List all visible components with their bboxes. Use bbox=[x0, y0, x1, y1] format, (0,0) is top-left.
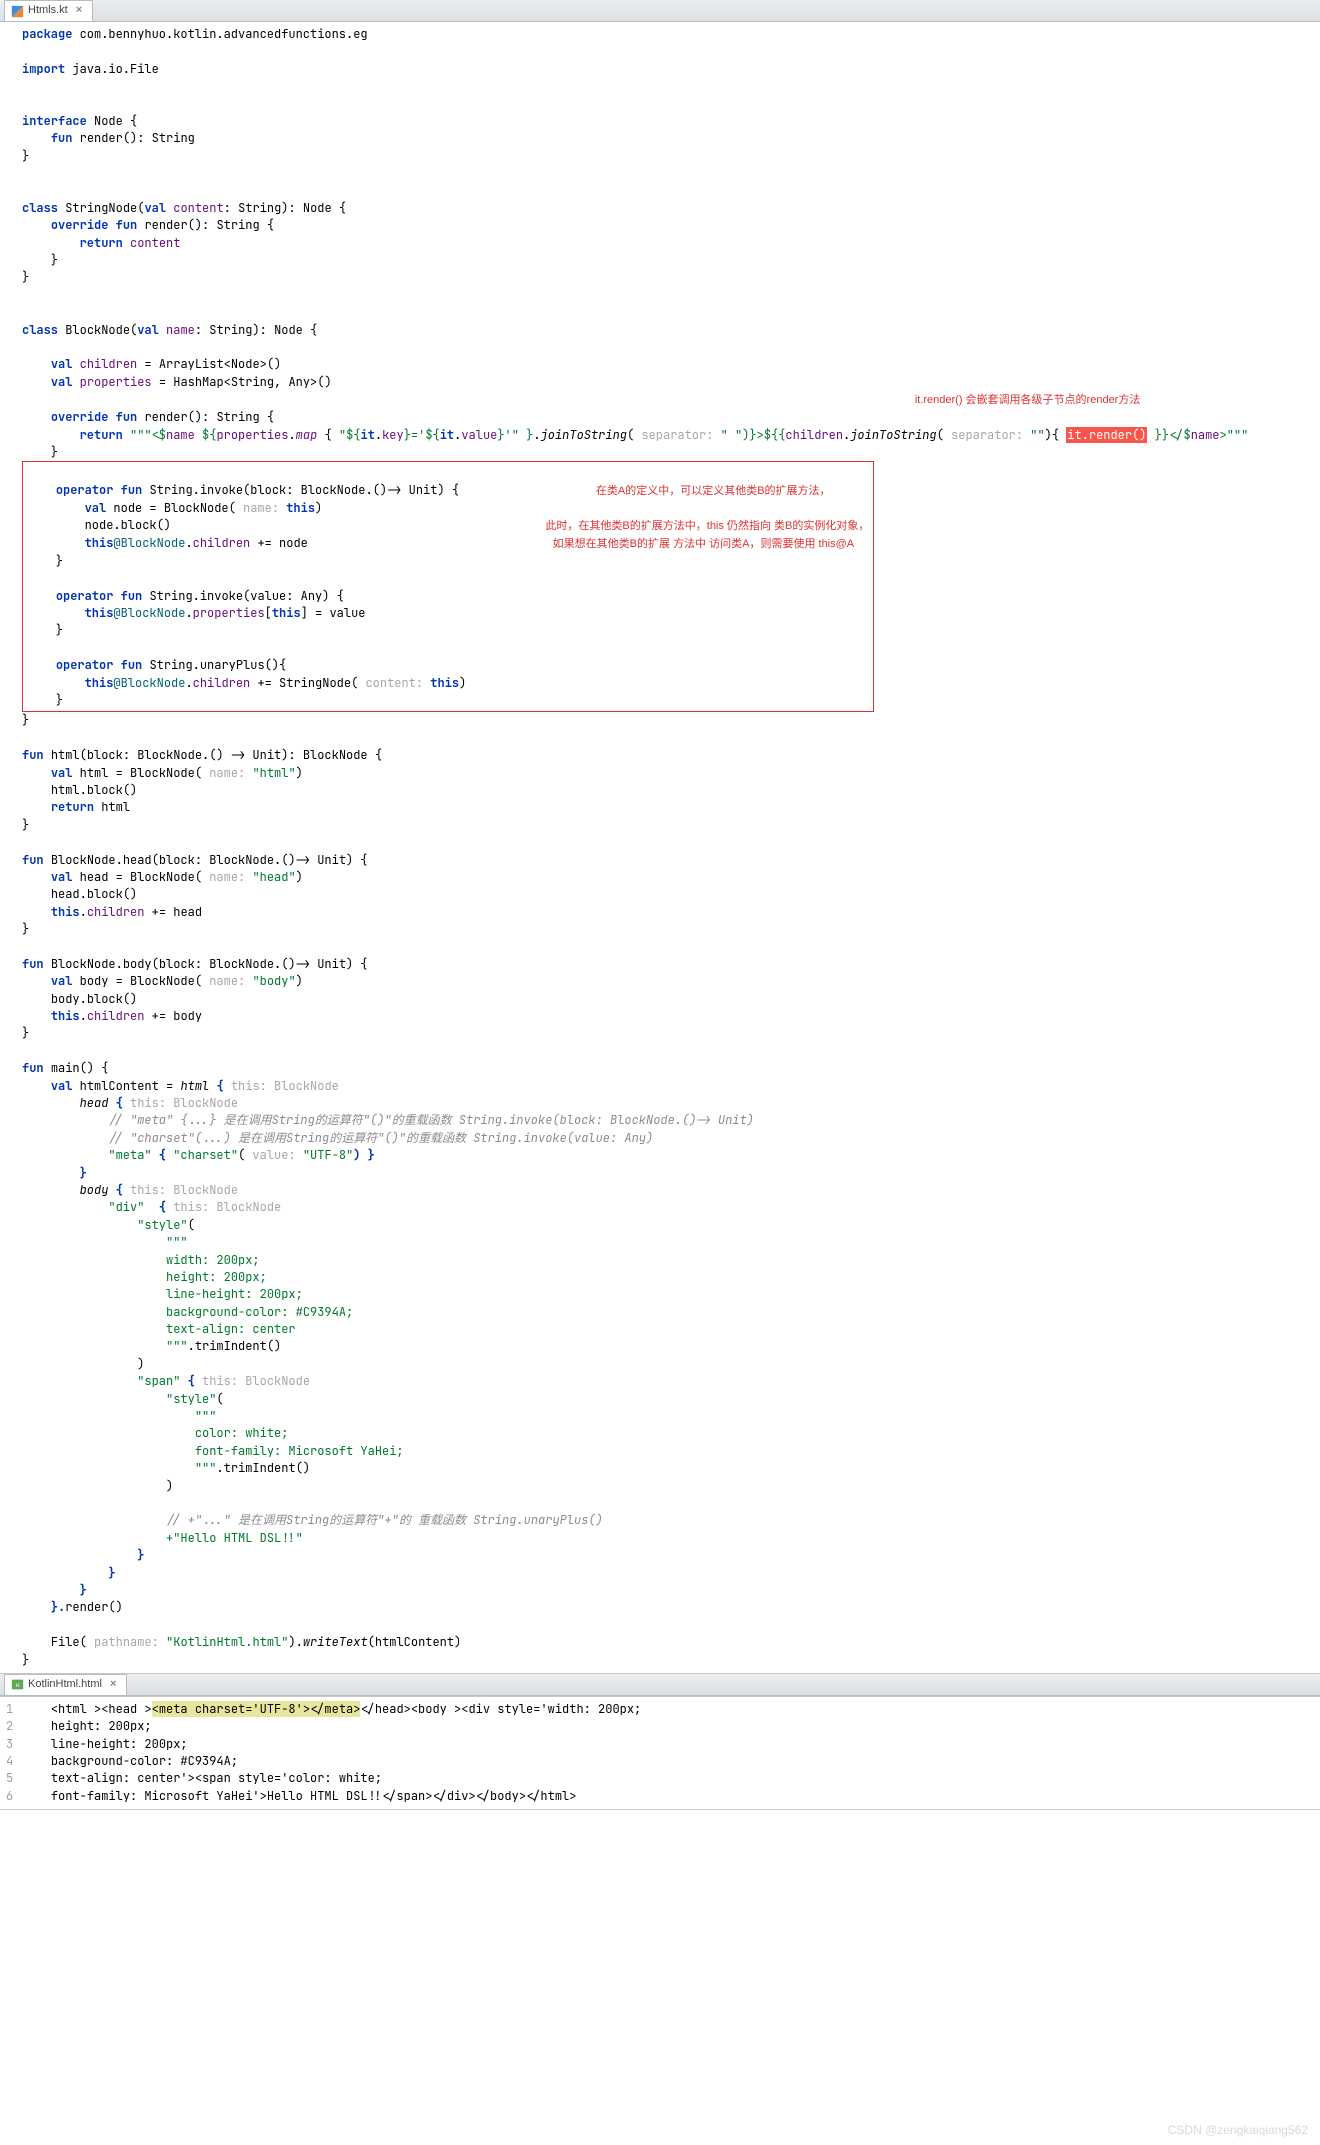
tab-label: Htmls.kt bbox=[28, 3, 68, 19]
tab-label: KotlinHtml.html bbox=[28, 1677, 102, 1693]
html-file-icon: H bbox=[11, 1678, 24, 1691]
annotation-1: 在类A的定义中，可以定义其他类B的扩展方法， bbox=[596, 485, 831, 497]
editor-tabbar-bottom: H KotlinHtml.html × bbox=[0, 1674, 1320, 1696]
tab-kotlinhtml[interactable]: H KotlinHtml.html × bbox=[4, 1674, 127, 1695]
highlight-itrender: it.render() bbox=[1066, 427, 1147, 443]
gutter: 123456 bbox=[6, 1701, 13, 1805]
boxed-operators: operator fun String.invoke(block: BlockN… bbox=[22, 461, 874, 712]
annotation-render: it.render() 会嵌套调用各级子节点的render方法 bbox=[915, 394, 1141, 406]
highlighted-meta: <meta charset='UTF-8'></meta> bbox=[152, 1701, 361, 1717]
close-icon[interactable]: × bbox=[76, 3, 82, 19]
code-editor-main[interactable]: package com.bennyhuo.kotlin.advancedfunc… bbox=[0, 22, 1320, 1674]
annotation-3: 如果想在其他类B的扩展 方法中 访问类A，则需要使用 this@A bbox=[553, 538, 854, 550]
close-icon[interactable]: × bbox=[110, 1677, 116, 1693]
tab-htmls-kt[interactable]: Htmls.kt × bbox=[4, 0, 93, 21]
annotation-2: 此时，在其他类B的扩展方法中，this 仍然指向 类B的实例化对象， bbox=[545, 520, 869, 532]
kotlin-file-icon bbox=[11, 5, 24, 18]
editor-tabbar-top: Htmls.kt × bbox=[0, 0, 1320, 22]
watermark: CSDN @zengkaiqiang562 bbox=[1168, 2122, 1308, 2139]
svg-text:H: H bbox=[15, 1683, 19, 1689]
code-editor-output[interactable]: 123456 <html ><head ><meta charset='UTF-… bbox=[0, 1696, 1320, 1810]
